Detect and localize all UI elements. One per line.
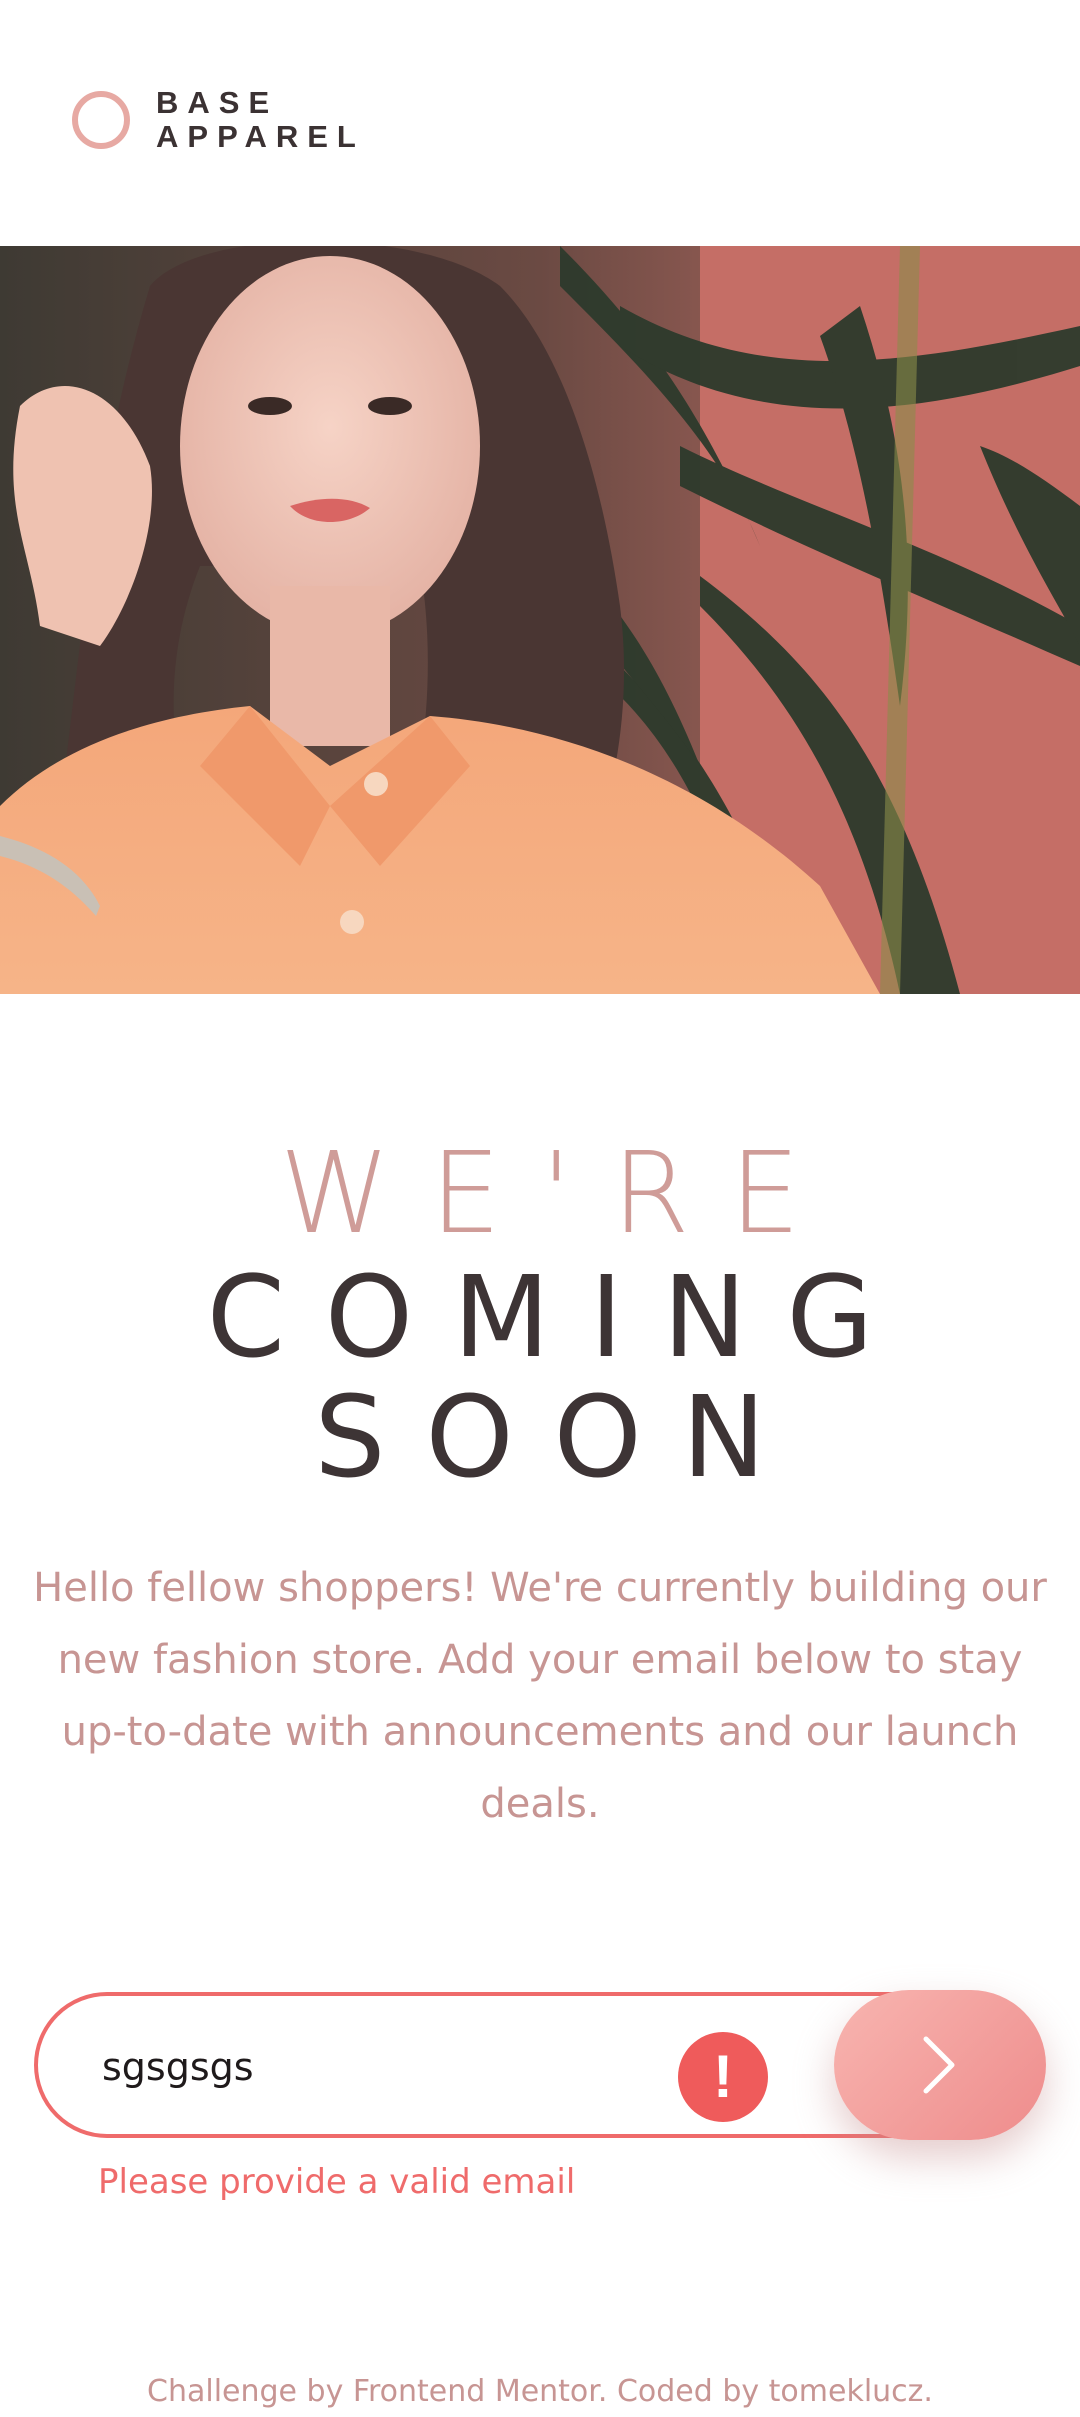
submit-button[interactable]	[834, 1990, 1046, 2140]
headline-line-1: WE'RE	[279, 1129, 841, 1259]
logo-line-1: BASE	[156, 85, 279, 120]
logo-line-2: APPAREL	[156, 119, 365, 154]
model-photo-icon	[0, 246, 1080, 994]
headline-line-3: SOON	[314, 1373, 806, 1503]
description: Hello fellow shoppers! We're currently b…	[33, 1565, 1047, 1827]
hero-image	[0, 246, 1080, 994]
headline: WE'RE COMING SOON	[0, 1130, 1080, 1498]
subscribe-form: !	[34, 1990, 1046, 2140]
site-header: BASE APPAREL	[0, 0, 1080, 246]
error-message: Please provide a valid email	[98, 2162, 576, 2202]
chevron-right-icon	[923, 2036, 955, 2094]
footer-attribution: Challenge by Frontend Mentor. Coded by t…	[147, 2374, 933, 2409]
email-field[interactable]	[102, 2034, 622, 2100]
logo-text: BASE APPAREL	[156, 86, 365, 154]
logo-ring-icon	[72, 91, 130, 149]
error-icon: !	[678, 2032, 768, 2122]
logo[interactable]: BASE APPAREL	[72, 86, 365, 154]
headline-line-2: COMING	[206, 1253, 914, 1383]
